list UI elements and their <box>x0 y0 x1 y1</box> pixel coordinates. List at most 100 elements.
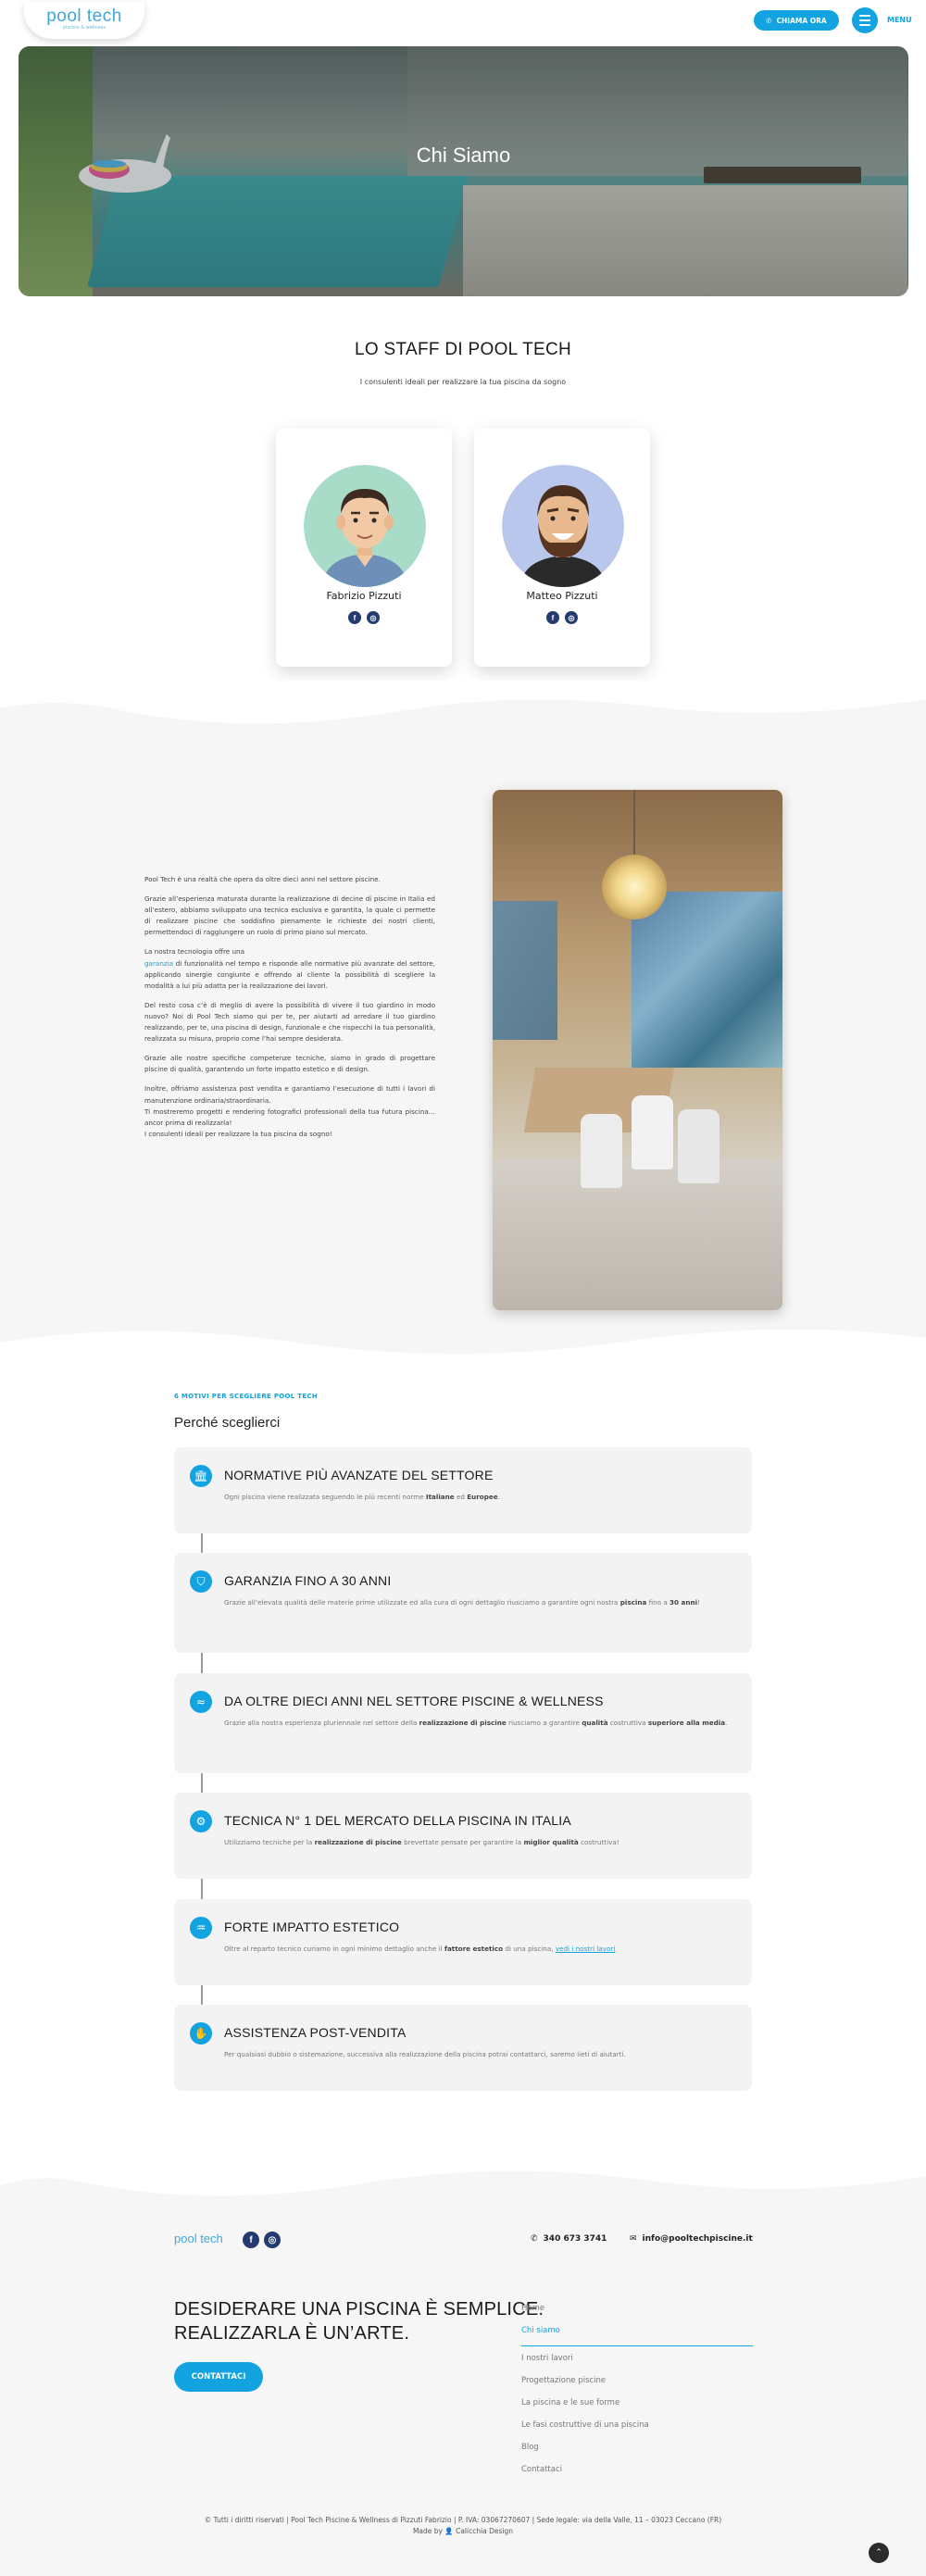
footer-nav-forme[interactable]: La piscina e le sue forme <box>521 2396 753 2419</box>
footer-nav-lavori[interactable]: I nostri lavori <box>521 2352 753 2374</box>
copyright: © Tutti i diritti riservati | Pool Tech … <box>0 2515 926 2537</box>
made-by: Made by 👤 Calicchia Design <box>0 2526 926 2537</box>
feature-title: GARANZIA FINO A 30 ANNI <box>224 1573 392 1588</box>
logo-text: pool tech <box>46 6 122 26</box>
desc-segment: Utilizziamo tecniche per la <box>224 1838 315 1846</box>
contact-button[interactable]: CONTATTACI <box>174 2362 263 2392</box>
desc-bold: Europee <box>467 1493 498 1501</box>
facebook-icon[interactable]: f <box>348 611 361 624</box>
see-works-link[interactable]: vedi i nostri lavori <box>556 1945 616 1953</box>
site-footer <box>0 2157 926 2576</box>
desc-segment: costruttiva <box>607 1719 648 1727</box>
desc-segment: . <box>497 1493 500 1501</box>
staff-name: Matteo Pizzuti <box>526 590 598 602</box>
why-kicker: 6 MOTIVI PER SCEGLIERE POOL TECH <box>174 1393 319 1400</box>
phone-icon: ✆ <box>531 2234 538 2244</box>
desc-segment: ed <box>454 1493 468 1501</box>
footer-nav-progettazione[interactable]: Progettazione piscine <box>521 2374 753 2396</box>
instagram-icon[interactable]: ◎ <box>367 611 380 624</box>
facebook-icon[interactable]: f <box>546 611 559 624</box>
menu-button[interactable] <box>852 7 878 33</box>
logo-subtitle: piscine & wellness <box>62 25 106 31</box>
back-to-top-button[interactable]: ⌃ <box>869 2543 889 2563</box>
guarantee-link[interactable]: garanzia <box>144 959 173 968</box>
chair <box>632 1095 673 1169</box>
pool-ladder-icon: ♒ <box>190 1917 212 1939</box>
about-text-segment: Inoltre, offriamo assistenza post vendit… <box>144 1084 435 1105</box>
photo-wall-right <box>632 892 782 1068</box>
logo[interactable]: pool tech piscine & wellness <box>24 2 144 39</box>
chandelier <box>602 855 667 919</box>
feature-card: ≈ DA OLTRE DIECI ANNI NEL SETTORE PISCIN… <box>174 1673 752 1773</box>
about-paragraph: Grazie alle nostre specifiche competenze… <box>144 1054 435 1074</box>
desc-bold: piscina <box>619 1598 647 1607</box>
staff-socials: f ◎ <box>474 611 650 624</box>
phone-number: 340 673 3741 <box>543 2234 607 2244</box>
menu-label[interactable]: MENU <box>887 16 912 24</box>
staff-card: Fabrizio Pizzuti f ◎ <box>276 428 452 667</box>
chair <box>678 1109 720 1183</box>
instagram-icon[interactable]: ◎ <box>565 611 578 624</box>
desc-bold: realizzazione di piscine <box>419 1719 507 1727</box>
desc-bold: 30 anni <box>669 1598 698 1607</box>
desc-segment: Ogni piscina viene realizzata seguendo l… <box>224 1493 426 1501</box>
headline-line: REALIZZARLA È UN’ARTE. <box>174 2322 410 2344</box>
staff-title: LO STAFF DI POOL TECH <box>355 340 571 359</box>
feature-description: Per qualsiasi dubbio o sistemazione, suc… <box>224 2049 733 2061</box>
feature-card: ⚙ TECNICA N° 1 DEL MERCATO DELLA PISCINA… <box>174 1793 752 1879</box>
mail-icon: ✉ <box>630 2234 637 2244</box>
hero-overlay <box>19 46 908 296</box>
desc-bold: qualità <box>582 1719 608 1727</box>
footer-nav-blog[interactable]: Blog <box>521 2441 753 2463</box>
feature-card: 🏛 NORMATIVE PIÙ AVANZATE DEL SETTORE Ogn… <box>174 1447 752 1533</box>
copyright-text: © Tutti i diritti riservati | Pool Tech … <box>204 2516 722 2524</box>
desc-segment: brevettate pensate per garantire la <box>401 1838 524 1846</box>
feature-card: ♒ FORTE IMPATTO ESTETICO Oltre al repart… <box>174 1899 752 1985</box>
footer-headline: DESIDERARE UNA PISCINA È SEMPLICE. REALI… <box>174 2298 544 2345</box>
desc-segment: ! <box>697 1598 700 1607</box>
shield-icon: ⛉ <box>190 1570 212 1593</box>
desc-bold: realizzazione di piscine <box>314 1838 402 1846</box>
phone-icon: ✆ <box>766 16 772 25</box>
call-now-button[interactable]: ✆ CHIAMA ORA <box>754 10 839 31</box>
desc-segment: fino a <box>646 1598 670 1607</box>
feature-description: Utilizziamo tecniche per la realizzazion… <box>224 1837 733 1849</box>
desc-segment: . <box>725 1719 728 1727</box>
photo-floor <box>493 1160 782 1310</box>
footer-email[interactable]: ✉ info@pooltechpiscine.it <box>630 2234 753 2244</box>
feature-title: FORTE IMPATTO ESTETICO <box>224 1919 400 1934</box>
footer-nav-contattaci[interactable]: Contattaci <box>521 2463 753 2485</box>
staff-socials: f ◎ <box>276 611 452 624</box>
facebook-icon[interactable]: f <box>243 2232 259 2248</box>
handshake-icon: ✋ <box>190 2022 212 2045</box>
footer-logo[interactable]: pool tech <box>174 2232 223 2245</box>
wave-divider <box>0 681 926 724</box>
about-paragraph: Del resto cosa c’è di meglio di avere la… <box>144 1000 435 1044</box>
wave-divider <box>0 1329 926 1370</box>
avatar-fabrizio <box>304 465 426 587</box>
chair <box>581 1114 622 1188</box>
about-paragraph: Pool Tech è una realtà che opera da oltr… <box>144 875 381 883</box>
desc-bold: superiore alla media <box>647 1719 726 1727</box>
footer-nav-chi-siamo[interactable]: Chi siamo <box>521 2324 753 2346</box>
about-section <box>0 681 926 1357</box>
about-text-segment: I consulenti ideali per realizzare la tu… <box>144 1129 332 1138</box>
page-title: Chi Siamo <box>416 144 511 167</box>
call-now-label: CHIAMA ORA <box>776 16 827 25</box>
feature-description: Grazie alla nostra esperienza pluriennal… <box>224 1718 733 1730</box>
footer-nav-fasi[interactable]: Le fasi costruttive di una piscina <box>521 2419 753 2441</box>
photo-wall-left <box>493 901 557 1040</box>
staff-card: Matteo Pizzuti f ◎ <box>474 428 650 667</box>
desc-bold: Italiane <box>425 1493 455 1501</box>
desc-segment: di una piscina, <box>503 1945 556 1953</box>
about-text: Pool Tech è una realtà che opera da oltr… <box>144 874 435 1148</box>
footer-phone[interactable]: ✆ 340 673 3741 <box>531 2234 607 2244</box>
swimmer-icon: ≈ <box>190 1691 212 1713</box>
desc-segment: Oltre al reparto tecnico curiamo in ogni… <box>224 1945 444 1953</box>
instagram-icon[interactable]: ◎ <box>264 2232 281 2248</box>
showroom-photo <box>493 790 782 1310</box>
made-by-link[interactable]: Calicchia Design <box>456 2527 513 2535</box>
hero-banner: Chi Siamo <box>19 46 908 296</box>
footer-nav-home[interactable]: Home <box>521 2302 753 2324</box>
feature-description: Oltre al reparto tecnico curiamo in ogni… <box>224 1944 733 1956</box>
